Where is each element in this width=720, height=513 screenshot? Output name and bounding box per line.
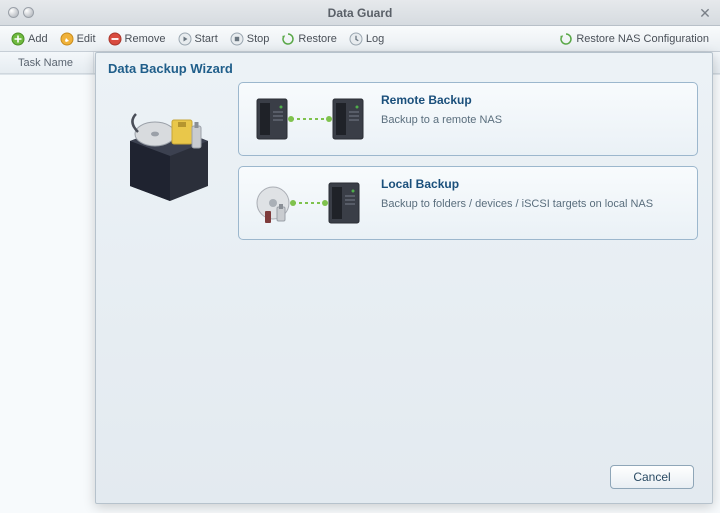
add-button[interactable]: Add — [6, 30, 53, 48]
restore-icon — [281, 32, 295, 46]
col-task-name[interactable]: Task Name — [10, 52, 94, 73]
option-local-backup[interactable]: Local Backup Backup to folders / devices… — [238, 166, 698, 240]
edit-label: Edit — [77, 33, 96, 45]
log-icon — [349, 32, 363, 46]
stop-label: Stop — [247, 33, 270, 45]
cancel-button[interactable]: Cancel — [610, 465, 694, 489]
remove-label: Remove — [125, 33, 166, 45]
restore-nas-icon — [559, 32, 573, 46]
local-backup-desc: Backup to folders / devices / iSCSI targ… — [381, 197, 653, 212]
stop-icon — [230, 32, 244, 46]
toolbar: Add Edit Remove Start Stop Restore Log — [0, 26, 720, 52]
restore-nas-button[interactable]: Restore NAS Configuration — [554, 30, 714, 48]
stop-button[interactable]: Stop — [225, 30, 275, 48]
start-icon — [178, 32, 192, 46]
start-label: Start — [195, 33, 218, 45]
edit-icon — [60, 32, 74, 46]
restore-nas-label: Restore NAS Configuration — [576, 33, 709, 45]
log-label: Log — [366, 33, 384, 45]
restore-label: Restore — [298, 33, 337, 45]
restore-button[interactable]: Restore — [276, 30, 342, 48]
add-label: Add — [28, 33, 48, 45]
edit-button[interactable]: Edit — [55, 30, 101, 48]
data-backup-wizard: Data Backup Wizard — [95, 52, 713, 504]
local-backup-title: Local Backup — [381, 177, 653, 191]
remote-backup-desc: Backup to a remote NAS — [381, 113, 502, 128]
add-icon — [11, 32, 25, 46]
option-remote-backup[interactable]: Remote Backup Backup to a remote NAS — [238, 82, 698, 156]
window-title: Data Guard — [0, 6, 720, 20]
remote-backup-title: Remote Backup — [381, 93, 502, 107]
wizard-title: Data Backup Wizard — [96, 53, 712, 82]
log-button[interactable]: Log — [344, 30, 389, 48]
title-bar: Data Guard ✕ — [0, 0, 720, 26]
remove-button[interactable]: Remove — [103, 30, 171, 48]
start-button[interactable]: Start — [173, 30, 223, 48]
remove-icon — [108, 32, 122, 46]
remote-backup-icon — [251, 93, 369, 145]
local-backup-icon — [251, 177, 369, 229]
close-icon[interactable]: ✕ — [698, 6, 712, 20]
wizard-illustration — [110, 82, 228, 455]
